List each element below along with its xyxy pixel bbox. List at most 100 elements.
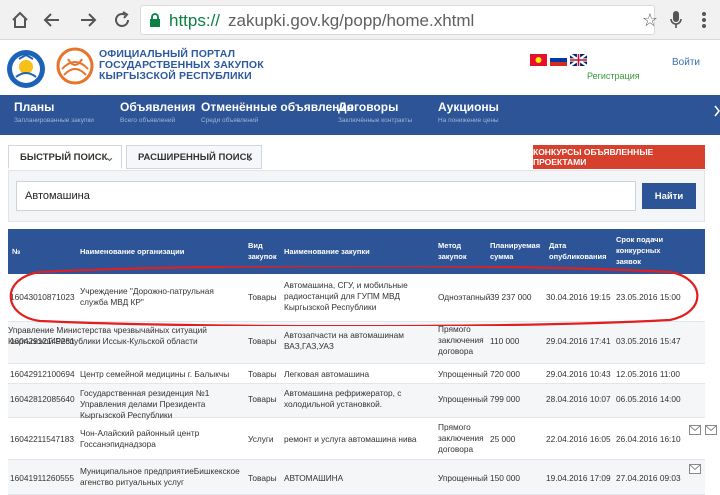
refresh-icon[interactable]	[110, 8, 134, 32]
row-organization: Государственная резиденция №1 Управления…	[80, 388, 210, 420]
nav-item-auctions[interactable]: Аукционы На понижение цены	[438, 100, 499, 124]
login-link[interactable]: Войти	[672, 57, 700, 68]
highlight-oval	[9, 266, 699, 326]
col-kind[interactable]: Вид закупок	[248, 240, 282, 262]
mic-icon[interactable]	[664, 8, 688, 32]
row-kind: Услуги	[248, 434, 274, 444]
row-purchase-name: Автозапчасти на автомашинам ВАЗ,ГАЗ,УАЗ	[284, 330, 404, 351]
nav-sublabel: Всего объявлений	[120, 117, 176, 124]
nav-item-plans[interactable]: Планы Запланированные закупки	[14, 100, 94, 124]
nav-sublabel: На понижение цены	[438, 117, 499, 124]
table-row[interactable]: 16042912100694 Центр семейной медицины г…	[8, 364, 705, 384]
row-number[interactable]: 16042812085640	[10, 394, 75, 405]
browser-toolbar: https:// zakupki.gov.kg/popp/home.xhtml …	[0, 0, 720, 40]
row-organization: Муниципальное предприятиеБишкекское аген…	[80, 466, 240, 487]
row-deadline: 06.05.2016 14:00	[616, 394, 681, 404]
english-flag-icon[interactable]	[570, 54, 587, 66]
row-sum: 720 000	[490, 369, 520, 379]
nav-sublabel: Заключённые контракты	[338, 117, 413, 124]
chevron-down-icon: ⌄	[104, 149, 115, 164]
col-deadline[interactable]: Срок подачи конкурсных заявок	[616, 234, 686, 267]
star-icon[interactable]: ☆	[638, 8, 662, 32]
row-date: 19.04.2016 17:09	[546, 473, 611, 483]
row-kind: Товары	[248, 336, 277, 346]
row-kind: Товары	[248, 394, 277, 404]
row-date: 22.04.2016 16:05	[546, 434, 611, 444]
language-flags	[530, 54, 587, 66]
emblem-logo	[7, 50, 45, 88]
row-sum: 110 000	[490, 336, 520, 346]
nav-label: Отменённые объявления	[201, 100, 354, 114]
row-method: Упрощенный	[438, 473, 488, 483]
row-date: 29.04.2016 10:43	[546, 369, 611, 379]
row-purchase-name: Легковая автомашина	[284, 369, 370, 379]
row-organization: Управление Министерства чрезвычайных сит…	[8, 325, 207, 346]
row-deadline: 26.04.2016 16:10	[616, 434, 681, 444]
row-kind: Товары	[248, 369, 277, 379]
search-input[interactable]	[16, 181, 636, 211]
row-method: Упрощенный	[438, 369, 488, 379]
nav-label: Аукционы	[438, 100, 499, 114]
row-number[interactable]: 16042912100694	[10, 369, 75, 380]
row-actions	[689, 425, 720, 483]
address-bar[interactable]: https:// zakupki.gov.kg/popp/home.xhtml	[140, 5, 655, 35]
tab-label: БЫСТРЫЙ ПОИСК	[20, 151, 108, 163]
portal-logo	[56, 47, 94, 85]
table-row[interactable]: 16042912149281 Управление Министерства ч…	[8, 322, 705, 364]
nav-sublabel: Запланированные закупки	[14, 117, 94, 124]
envelope-icon[interactable]	[689, 425, 701, 435]
row-deadline: 03.05.2016 15:47	[616, 336, 681, 346]
row-organization: Центр семейной медицины г. Балыкчы	[80, 369, 230, 379]
table-row[interactable]: 16041911260555 Муниципальное предприятие…	[8, 460, 705, 495]
row-sum: 150 000	[490, 473, 520, 483]
url-protocol: https://	[169, 11, 221, 30]
nav-item-cancelled[interactable]: Отменённые объявления Среди объявлений	[201, 100, 354, 124]
portal-title: ОФИЦИАЛЬНЫЙ ПОРТАЛ ГОСУДАРСТВЕННЫХ ЗАКУП…	[99, 49, 264, 82]
row-date: 28.04.2016 10:07	[546, 394, 611, 404]
register-link[interactable]: Регистрация	[587, 71, 640, 81]
nav-label: Объявления	[120, 100, 196, 114]
col-organization[interactable]: Наименование организации	[80, 246, 184, 257]
kyrgyz-flag-icon[interactable]	[530, 54, 547, 66]
col-purchase-name[interactable]: Наименование закупки	[284, 246, 370, 257]
row-sum: 799 000	[490, 394, 520, 404]
col-publish-date[interactable]: Дата опубликования	[549, 240, 607, 262]
row-number[interactable]: 16041911260555	[10, 473, 74, 484]
col-method[interactable]: Метод закупок	[438, 240, 482, 262]
row-purchase-name: Автомашина рефрижератор, с холодильной у…	[284, 388, 402, 409]
col-planned-sum[interactable]: Планируемая сумма	[490, 240, 546, 262]
main-navigation: Планы Запланированные закупки Объявления…	[0, 95, 720, 135]
back-icon[interactable]	[40, 8, 64, 32]
nav-item-announcements[interactable]: Объявления Всего объявлений	[120, 100, 195, 124]
russian-flag-icon[interactable]	[550, 54, 567, 66]
row-purchase-name: ремонт и услуга автомашина нива	[284, 434, 417, 444]
table-row[interactable]: 16042812085640 Государственная резиденци…	[8, 384, 705, 420]
tab-advanced-search[interactable]: РАСШИРЕННЫЙ ПОИСК ⌄	[126, 145, 262, 169]
nav-label: Договоры	[338, 100, 399, 114]
row-deadline: 12.05.2016 11:00	[616, 369, 680, 379]
chevron-right-icon[interactable]	[714, 103, 720, 119]
menu-icon[interactable]	[692, 8, 716, 32]
col-number[interactable]: №	[12, 246, 20, 257]
lock-icon	[150, 13, 160, 27]
envelope-icon[interactable]	[689, 464, 701, 474]
row-method: Прямого заключения договора	[438, 422, 484, 454]
nav-sublabel: Среди объявлений	[201, 117, 259, 124]
home-icon[interactable]	[8, 8, 32, 32]
row-method: Упрощенный	[438, 394, 488, 404]
envelope-icon[interactable]	[705, 425, 718, 435]
row-kind: Товары	[248, 473, 277, 483]
row-purchase-name: АВТОМАШИНА	[284, 473, 344, 483]
nav-item-contracts[interactable]: Договоры Заключённые контракты	[338, 100, 412, 124]
row-number[interactable]: 16042211547183	[10, 434, 74, 445]
tab-quick-search[interactable]: БЫСТРЫЙ ПОИСК ⌄	[8, 145, 122, 169]
row-organization: Чон-Алайский районный центр Госсанэпидна…	[80, 428, 200, 449]
forward-icon[interactable]	[76, 8, 100, 32]
find-button[interactable]: Найти	[642, 183, 696, 209]
portal-title-line-3: КЫРГЫЗСКОЙ РЕСПУБЛИКИ	[99, 70, 252, 82]
row-method: Прямого заключения договора	[438, 324, 484, 356]
nav-label: Планы	[14, 100, 55, 114]
tab-label: РАСШИРЕННЫЙ ПОИСК	[138, 151, 253, 163]
table-row[interactable]: 16042211547183 Чон-Алайский районный цен…	[8, 418, 705, 460]
projects-contests-button[interactable]: КОНКУРСЫ ОБЪЯВЛЕННЫЕ ПРОЕКТАМИ	[533, 145, 705, 169]
